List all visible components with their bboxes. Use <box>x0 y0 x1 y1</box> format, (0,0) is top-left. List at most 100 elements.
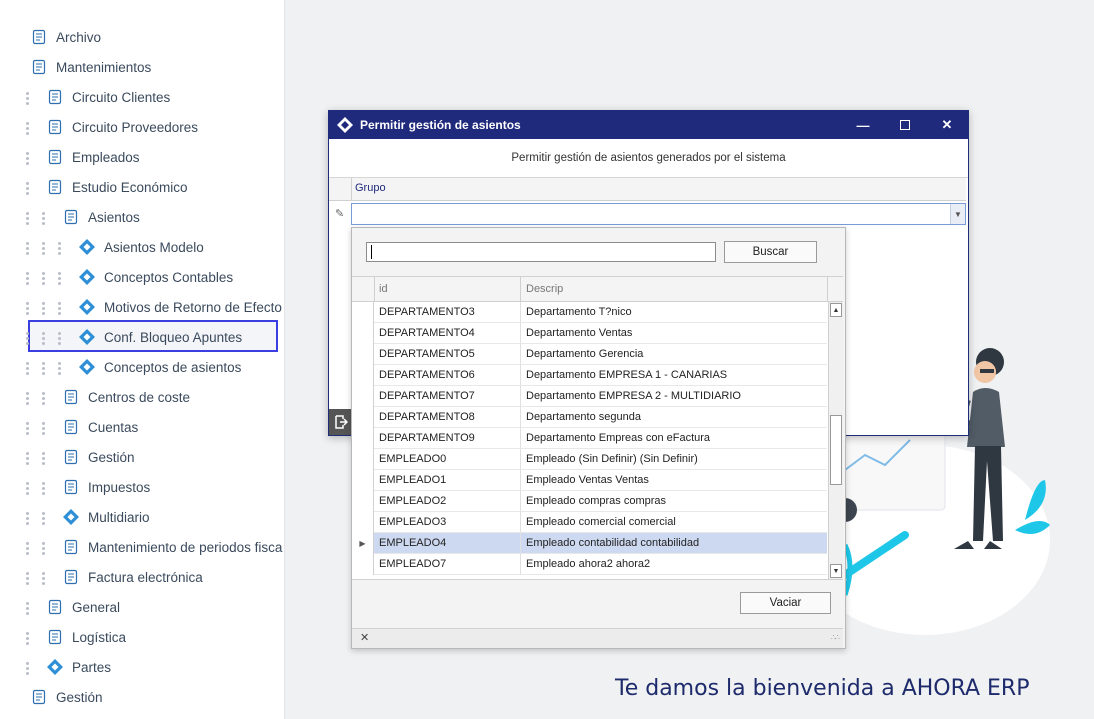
table-row[interactable]: DEPARTAMENTO7 Departamento EMPRESA 2 - MU… <box>352 386 827 407</box>
cell-id[interactable]: EMPLEADO4 <box>374 533 521 554</box>
table-row[interactable]: ▶ EMPLEADO4 Empleado contabilidad contabil… <box>352 533 827 554</box>
cell-descrip[interactable]: Empleado (Sin Definir) (Sin Definir) <box>521 449 827 470</box>
cell-descrip[interactable]: Departamento Gerencia <box>521 344 827 365</box>
minimize-icon[interactable]: — <box>842 111 884 139</box>
sidebar-item-motivos-de-retorno-de-efecto[interactable]: Motivos de Retorno de Efecto <box>78 292 282 322</box>
tree-indent-dots <box>58 300 62 317</box>
sidebar-item-archivo[interactable]: Archivo <box>30 22 101 52</box>
table-row[interactable]: EMPLEADO3 Empleado comercial comercial <box>352 512 827 533</box>
table-row[interactable]: DEPARTAMENTO4 Departamento Ventas <box>352 323 827 344</box>
cell-descrip[interactable]: Empleado contabilidad contabilidad <box>521 533 827 554</box>
cell-descrip[interactable]: Departamento T?nico <box>521 302 827 323</box>
cell-id[interactable]: DEPARTAMENTO8 <box>374 407 521 428</box>
grupo-combo[interactable]: ▼ <box>351 203 966 225</box>
sidebar-item-mantenimientos[interactable]: Mantenimientos <box>30 52 151 82</box>
grupo-lookup-popup: Buscar id Descrip DEPARTAMENTO3 Departame… <box>351 227 846 649</box>
vertical-scrollbar[interactable]: ▲ ▼ <box>828 302 843 579</box>
dialog-title: Permitir gestión de asientos <box>360 118 521 132</box>
row-selector[interactable] <box>352 470 374 491</box>
row-selector[interactable] <box>352 428 374 449</box>
cell-id[interactable]: DEPARTAMENTO7 <box>374 386 521 407</box>
chevron-down-icon[interactable]: ▼ <box>950 204 965 224</box>
resize-grip-icon[interactable]: ∴∴ <box>831 633 840 642</box>
cell-id[interactable]: DEPARTAMENTO6 <box>374 365 521 386</box>
sidebar-item-circuito-proveedores[interactable]: Circuito Proveedores <box>46 112 198 142</box>
vaciar-button[interactable]: Vaciar <box>740 592 831 614</box>
sidebar-item-cuentas[interactable]: Cuentas <box>62 412 138 442</box>
table-row[interactable]: DEPARTAMENTO9 Departamento Empreas con eF… <box>352 428 827 449</box>
scroll-up-icon[interactable]: ▲ <box>830 303 842 317</box>
sidebar-item-label: Cuentas <box>88 419 139 435</box>
sidebar-item-impuestos[interactable]: Impuestos <box>62 472 150 502</box>
sidebar-item-conf-bloqueo-apuntes[interactable]: Conf. Bloqueo Apuntes <box>78 322 242 352</box>
scrollbar-thumb[interactable] <box>830 415 842 485</box>
buscar-button[interactable]: Buscar <box>724 241 817 263</box>
sidebar-item-log-stica[interactable]: Logística <box>46 622 126 652</box>
cell-descrip[interactable]: Departamento EMPRESA 2 - MULTIDIARIO <box>521 386 827 407</box>
table-row[interactable]: DEPARTAMENTO6 Departamento EMPRESA 1 - CA… <box>352 365 827 386</box>
table-row[interactable]: DEPARTAMENTO5 Departamento Gerencia <box>352 344 827 365</box>
table-row[interactable]: DEPARTAMENTO8 Departamento segunda <box>352 407 827 428</box>
cell-descrip[interactable]: Empleado ahora2 ahora2 <box>521 554 827 575</box>
row-selector[interactable] <box>352 512 374 533</box>
cell-descrip[interactable]: Empleado compras compras <box>521 491 827 512</box>
row-selector[interactable] <box>352 386 374 407</box>
popup-close-icon[interactable]: ✕ <box>360 631 369 644</box>
cell-id[interactable]: EMPLEADO2 <box>374 491 521 512</box>
cell-id[interactable]: EMPLEADO7 <box>374 554 521 575</box>
cell-id[interactable]: DEPARTAMENTO3 <box>374 302 521 323</box>
table-row[interactable]: EMPLEADO7 Empleado ahora2 ahora2 <box>352 554 827 575</box>
scroll-down-icon[interactable]: ▼ <box>830 564 842 578</box>
row-selector[interactable] <box>352 344 374 365</box>
cell-descrip[interactable]: Departamento EMPRESA 1 - CANARIAS <box>521 365 827 386</box>
cell-descrip[interactable]: Departamento Empreas con eFactura <box>521 428 827 449</box>
cell-descrip[interactable]: Empleado Ventas Ventas <box>521 470 827 491</box>
cell-id[interactable]: EMPLEADO3 <box>374 512 521 533</box>
sidebar-item-factura-electr-nica[interactable]: Factura electrónica <box>62 562 203 592</box>
popup-status-bar: ✕ ∴∴ <box>352 628 843 648</box>
exit-icon[interactable] <box>329 409 353 435</box>
column-header-descrip[interactable]: Descrip <box>521 277 828 301</box>
row-selector[interactable] <box>352 449 374 470</box>
row-selector[interactable] <box>352 323 374 344</box>
cell-descrip[interactable]: Departamento Ventas <box>521 323 827 344</box>
sidebar-item-gesti-n[interactable]: Gestión <box>62 442 135 472</box>
sidebar-item-label: Asientos Modelo <box>104 239 204 255</box>
row-selector[interactable] <box>352 491 374 512</box>
sidebar-item-label: Empleados <box>72 149 140 165</box>
cell-id[interactable]: DEPARTAMENTO9 <box>374 428 521 449</box>
cell-descrip[interactable]: Empleado comercial comercial <box>521 512 827 533</box>
row-selector[interactable] <box>352 407 374 428</box>
sidebar-item-asientos[interactable]: Asientos <box>62 202 140 232</box>
column-header-id[interactable]: id <box>374 277 521 301</box>
sidebar-item-centros-de-coste[interactable]: Centros de coste <box>62 382 190 412</box>
table-row[interactable]: EMPLEADO2 Empleado compras compras <box>352 491 827 512</box>
row-selector[interactable] <box>352 302 374 323</box>
sidebar-item-asientos-modelo[interactable]: Asientos Modelo <box>78 232 204 262</box>
sidebar-item-estudio-econ-mico[interactable]: Estudio Económico <box>46 172 188 202</box>
sidebar-item-mantenimiento-de-periodos-fisca[interactable]: Mantenimiento de periodos fisca <box>62 532 282 562</box>
cell-id[interactable]: DEPARTAMENTO4 <box>374 323 521 344</box>
sidebar-item-conceptos-de-asientos[interactable]: Conceptos de asientos <box>78 352 241 382</box>
sidebar-item-general[interactable]: General <box>46 592 120 622</box>
maximize-icon[interactable] <box>884 111 926 139</box>
cell-id[interactable]: DEPARTAMENTO5 <box>374 344 521 365</box>
sidebar-item-empleados[interactable]: Empleados <box>46 142 140 172</box>
table-row[interactable]: EMPLEADO0 Empleado (Sin Definir) (Sin Def… <box>352 449 827 470</box>
sidebar-item-circuito-clientes[interactable]: Circuito Clientes <box>46 82 170 112</box>
cell-id[interactable]: EMPLEADO0 <box>374 449 521 470</box>
close-icon[interactable]: ✕ <box>926 111 968 139</box>
sidebar-item-multidiario[interactable]: Multidiario <box>62 502 150 532</box>
row-selector[interactable] <box>352 554 374 575</box>
row-selector[interactable] <box>352 365 374 386</box>
column-header-grupo[interactable]: Grupo <box>355 182 386 194</box>
sidebar-item-gesti-n[interactable]: Gestión <box>30 682 103 712</box>
cell-id[interactable]: EMPLEADO1 <box>374 470 521 491</box>
sidebar-item-partes[interactable]: Partes <box>46 652 111 682</box>
sidebar-item-conceptos-contables[interactable]: Conceptos Contables <box>78 262 233 292</box>
row-pointer-icon[interactable]: ▶ <box>352 533 374 554</box>
search-input[interactable] <box>366 242 716 262</box>
cell-descrip[interactable]: Departamento segunda <box>521 407 827 428</box>
table-row[interactable]: DEPARTAMENTO3 Departamento T?nico <box>352 302 827 323</box>
table-row[interactable]: EMPLEADO1 Empleado Ventas Ventas <box>352 470 827 491</box>
